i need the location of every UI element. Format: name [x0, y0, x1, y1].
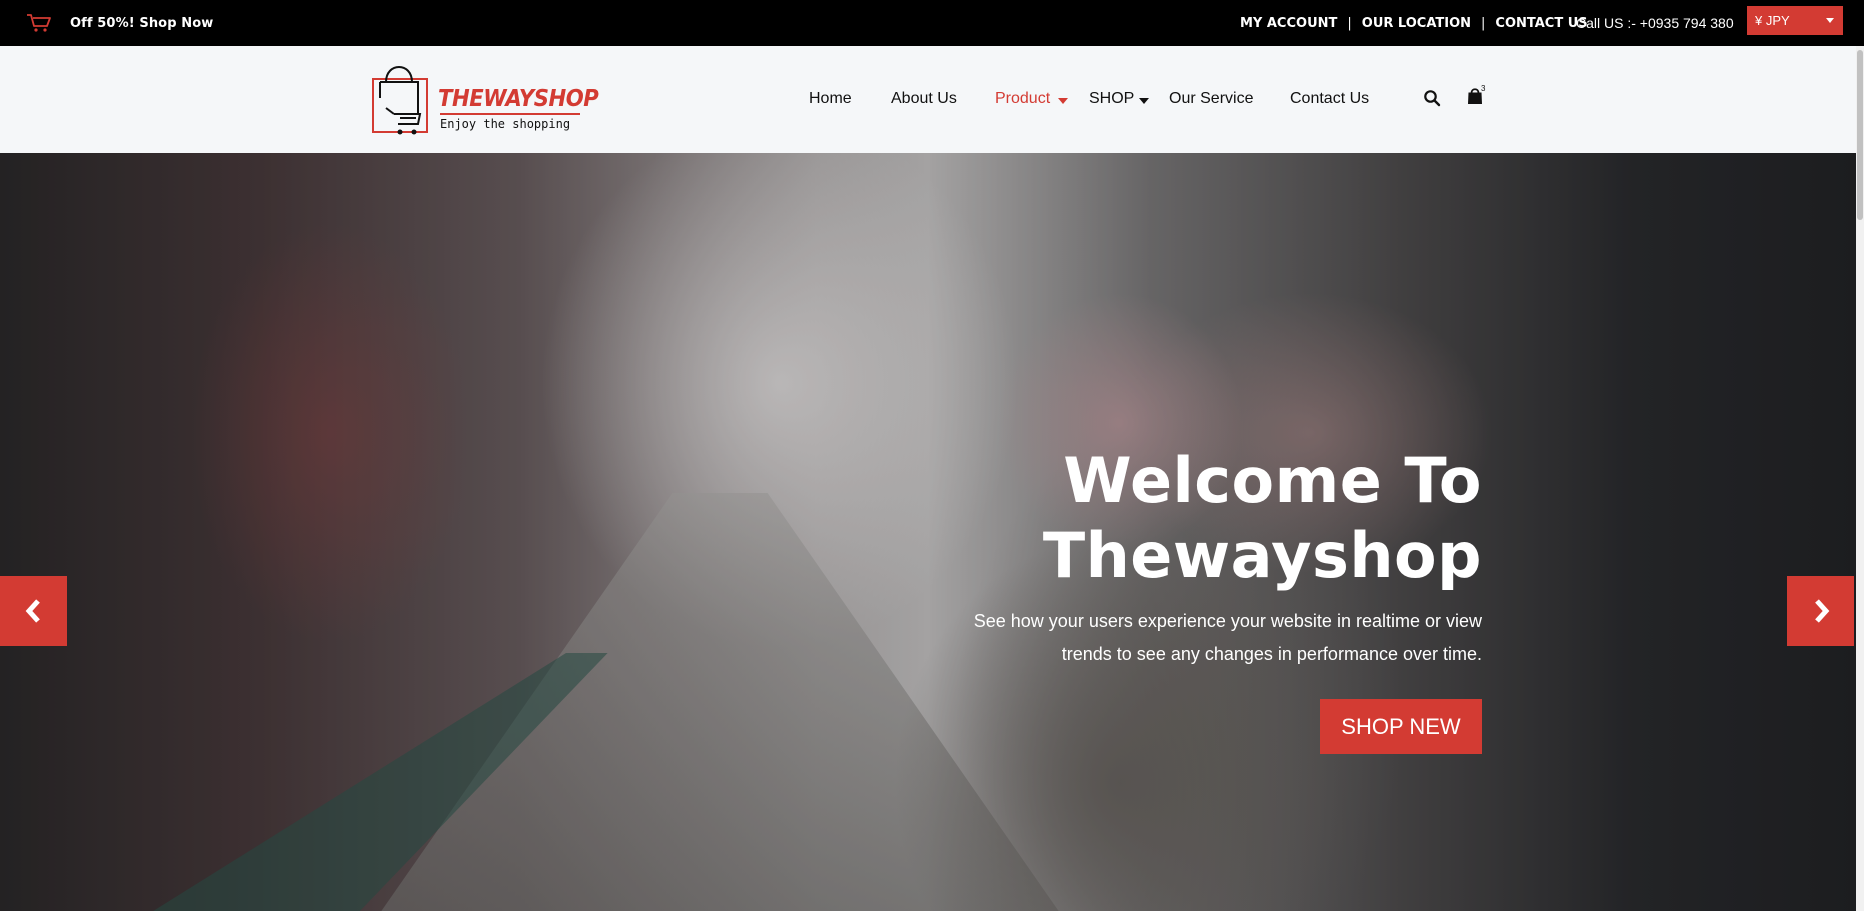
my-account-link[interactable]: MY ACCOUNT	[1240, 16, 1337, 31]
shop-new-button[interactable]: SHOP NEW	[1320, 699, 1482, 754]
chevron-down-icon[interactable]	[1139, 98, 1149, 104]
chevron-down-icon	[1826, 18, 1834, 23]
nav-item-our-service[interactable]: Our Service	[1169, 90, 1253, 108]
nav-item-contact-us[interactable]: Contact Us	[1290, 90, 1369, 108]
chevron-left-icon	[25, 599, 40, 623]
top-bar: Off 50%! Shop Now MY ACCOUNT | OUR LOCAT…	[0, 0, 1864, 46]
hero-subtitle: See how your users experience your websi…	[882, 605, 1482, 671]
link-separator: |	[1347, 15, 1352, 31]
scrollbar-thumb[interactable]	[1857, 50, 1863, 220]
chevron-right-icon	[1814, 599, 1829, 623]
main-menu: Home About Us Product SHOP Our Service C…	[0, 46, 1856, 153]
our-location-link[interactable]: OUR LOCATION	[1362, 16, 1471, 31]
call-us-text: Call US :- +0935 794 380	[1576, 15, 1734, 31]
slider-prev-button[interactable]	[0, 576, 67, 646]
nav-item-about-us[interactable]: About Us	[891, 90, 957, 108]
hero-title: Welcome To Thewayshop	[782, 443, 1482, 593]
currency-value: ¥ JPY	[1755, 13, 1790, 28]
nav-item-product[interactable]: Product	[995, 90, 1050, 108]
promo[interactable]: Off 50%! Shop Now	[26, 0, 213, 46]
link-separator: |	[1481, 15, 1486, 31]
currency-select[interactable]: ¥ JPY	[1747, 6, 1843, 35]
promo-text[interactable]: Off 50%! Shop Now	[70, 16, 213, 31]
cart-icon	[27, 14, 51, 32]
chevron-down-icon[interactable]	[1058, 98, 1068, 104]
hero-title-line-2: Thewayshop	[1042, 519, 1482, 592]
search-icon[interactable]	[1423, 89, 1441, 107]
nav-item-home[interactable]: Home	[809, 90, 852, 108]
nav-item-shop[interactable]: SHOP	[1089, 90, 1134, 108]
page-scrollbar[interactable]	[1856, 46, 1864, 911]
contact-us-link[interactable]: CONTACT US	[1495, 16, 1587, 31]
hero-subtitle-line-1: See how your users experience your websi…	[973, 611, 1482, 631]
hero-subtitle-line-2: trends to see any changes in performance…	[1061, 644, 1482, 664]
account-links: MY ACCOUNT | OUR LOCATION | CONTACT US	[1240, 0, 1588, 46]
cart-count-badge: 3	[1481, 84, 1486, 93]
hero-slider: Welcome To Thewayshop See how your users…	[0, 153, 1856, 911]
hero-title-line-1: Welcome To	[1063, 444, 1482, 517]
slider-next-button[interactable]	[1787, 576, 1854, 646]
